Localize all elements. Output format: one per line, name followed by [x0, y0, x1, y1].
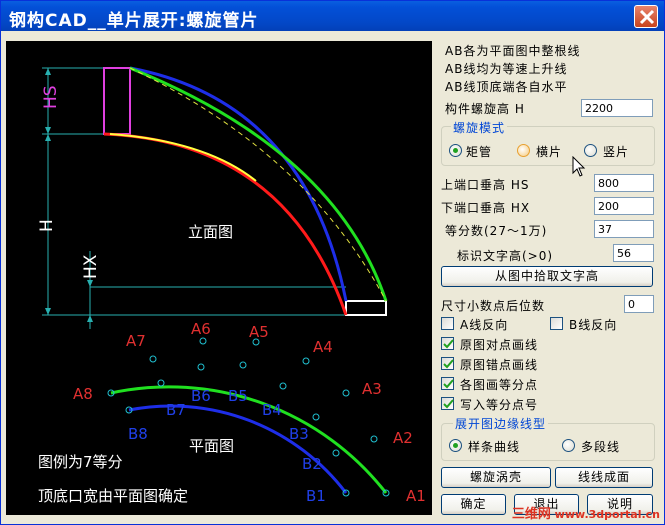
watermark-url: www.3dportal.cn: [554, 508, 660, 521]
mouse-cursor-icon: [572, 156, 586, 177]
height-input[interactable]: [581, 99, 653, 117]
label-a2: A2: [393, 429, 413, 447]
check-icon: [443, 359, 454, 369]
pair-line-label[interactable]: 原图对点画线: [460, 336, 538, 353]
hx-input[interactable]: [594, 197, 654, 215]
a-reverse-label[interactable]: A线反向: [460, 316, 508, 333]
hs-label: 上端口垂高 HS: [441, 178, 530, 192]
window-title: 钢构CAD__单片展开:螺旋管片: [9, 11, 259, 31]
pick-text-height-button[interactable]: 从图中拾取文字高: [441, 266, 653, 287]
a-reverse-checkbox[interactable]: [441, 317, 454, 330]
info-line-1: AB各为平面图中整根线: [445, 44, 581, 58]
pair-line-checkbox[interactable]: [441, 337, 454, 350]
label-a1: A1: [406, 487, 426, 505]
label-b7: B7: [166, 401, 186, 419]
check-icon: [443, 379, 454, 389]
decimal-input[interactable]: [624, 295, 654, 313]
watermark-cn: 三维网: [511, 507, 551, 522]
equal-points-label[interactable]: 各图画等分点: [460, 376, 538, 393]
mode-option-tube[interactable]: 矩管: [466, 143, 492, 160]
label-a6: A6: [191, 320, 211, 338]
equal-points-checkbox[interactable]: [441, 377, 454, 390]
stagger-line-checkbox[interactable]: [441, 357, 454, 370]
close-button[interactable]: [634, 5, 658, 28]
b-reverse-label[interactable]: B线反向: [569, 316, 617, 333]
label-a3: A3: [362, 380, 382, 398]
ok-button[interactable]: 确定: [441, 494, 506, 515]
edge-option-polyline[interactable]: 多段线: [581, 438, 620, 455]
label-a4: A4: [313, 338, 333, 356]
label-b3: B3: [289, 425, 309, 443]
mode-option-vertical[interactable]: 竖片: [603, 143, 629, 160]
text-height-input[interactable]: [613, 244, 654, 262]
info-line-3: AB线顶底端各自水平: [445, 80, 568, 94]
label-b2: B2: [302, 455, 322, 473]
title-bar[interactable]: 钢构CAD__单片展开:螺旋管片: [1, 1, 664, 31]
divisions-label: 等分数(27～1万): [445, 224, 548, 238]
label-a8: A8: [73, 385, 93, 403]
height-label: 构件螺旋高 H: [445, 102, 525, 116]
write-numbers-label[interactable]: 写入等分点号: [460, 396, 538, 413]
label-b8: B8: [128, 425, 148, 443]
b-reverse-checkbox[interactable]: [550, 317, 563, 330]
edge-option-spline[interactable]: 样条曲线: [468, 438, 520, 455]
note-width: 顶底口宽由平面图确定: [38, 487, 188, 505]
close-icon: [639, 9, 655, 25]
edge-group-title: 展开图边缘线型: [453, 415, 549, 432]
hx-label: 下端口垂高 HX: [441, 201, 531, 215]
elevation-caption: 立面图: [188, 223, 233, 241]
label-h: H: [37, 219, 57, 232]
bottom-port-rect: [345, 300, 387, 316]
info-line-2: AB线均为等速上升线: [445, 62, 568, 76]
label-a7: A7: [126, 332, 146, 350]
mode-option-horizontal[interactable]: 横片: [536, 143, 562, 160]
top-port-rect: [103, 67, 131, 135]
edge-radio-spline[interactable]: [449, 439, 462, 452]
decimal-label: 尺寸小数点后位数: [441, 299, 546, 313]
label-b5: B5: [228, 387, 248, 405]
label-a5: A5: [249, 323, 269, 341]
label-b6: B6: [191, 387, 211, 405]
spiral-shell-button[interactable]: 螺旋涡壳: [441, 467, 551, 488]
dimension-lines: [42, 67, 346, 329]
stagger-line-label[interactable]: 原图错点画线: [460, 356, 538, 373]
mode-radio-horizontal[interactable]: [517, 144, 530, 157]
curve-yellow: [109, 133, 257, 182]
write-numbers-checkbox[interactable]: [441, 397, 454, 410]
dialog-window: 钢构CAD__单片展开:螺旋管片 HS H HX 立面图 A1 A2 A3 A4…: [0, 0, 665, 525]
label-hx: HX: [81, 254, 101, 279]
preview-canvas: HS H HX 立面图 A1 A2 A3 A4 A5 A6 A7 A8 B1 B…: [6, 41, 432, 515]
mode-group-title: 螺旋模式: [451, 119, 508, 136]
label-b1: B1: [306, 487, 326, 505]
hs-input[interactable]: [594, 174, 654, 192]
mode-radio-tube[interactable]: [449, 144, 462, 157]
label-b4: B4: [262, 401, 282, 419]
check-icon: [443, 399, 454, 409]
watermark: 三维网 www.3dportal.cn: [512, 503, 660, 522]
text-height-label: 标识文字高(>0): [457, 249, 554, 263]
plan-caption: 平面图: [189, 437, 234, 455]
check-icon: [443, 339, 454, 349]
line-surface-button[interactable]: 线线成面: [555, 467, 653, 488]
plan-outer-arc: [110, 385, 388, 494]
note-divisions: 图例为7等分: [38, 453, 123, 471]
divisions-input[interactable]: [594, 220, 654, 238]
label-hs: HS: [41, 85, 61, 109]
outer-points: [107, 337, 390, 497]
edge-radio-polyline[interactable]: [562, 439, 575, 452]
